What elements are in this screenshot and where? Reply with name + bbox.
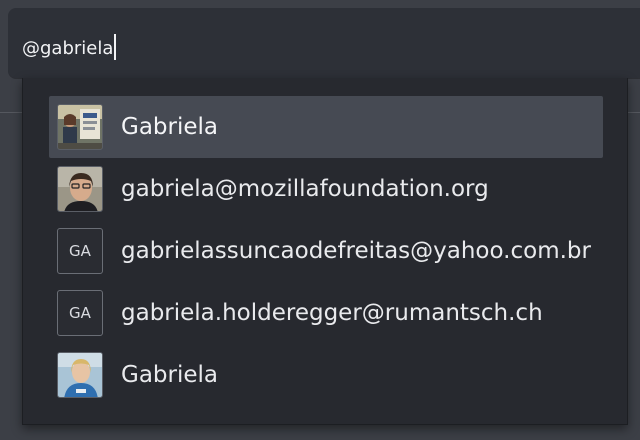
- divider: [0, 112, 22, 113]
- suggestion-label: Gabriela: [121, 114, 218, 140]
- avatar: [57, 352, 103, 398]
- avatar: [57, 104, 103, 150]
- chat-screen: @gabriela Gabriela gabriela@mozillafound…: [0, 0, 640, 440]
- suggestion-item[interactable]: Gabriela: [49, 96, 603, 158]
- message-input-text[interactable]: @gabriela: [22, 34, 117, 61]
- divider: [626, 112, 640, 113]
- user-photo-icon: [58, 105, 102, 149]
- suggestion-label: gabriela.holderegger@rumantsch.ch: [121, 300, 543, 326]
- text-caret: [114, 34, 117, 60]
- suggestion-item[interactable]: GA gabrielassuncaodefreitas@yahoo.com.br: [49, 220, 603, 282]
- suggestion-list: Gabriela gabriela@mozillafoundation.org: [49, 96, 603, 406]
- avatar: [57, 166, 103, 212]
- suggestion-label: Gabriela: [121, 362, 218, 388]
- user-photo-icon: [58, 167, 102, 211]
- suggestion-item[interactable]: Gabriela: [49, 344, 603, 406]
- message-input[interactable]: @gabriela: [8, 8, 640, 78]
- mention-autocomplete-popup: Gabriela gabriela@mozillafoundation.org: [22, 78, 628, 425]
- suggestion-label: gabrielassuncaodefreitas@yahoo.com.br: [121, 238, 591, 264]
- suggestion-item[interactable]: GA gabriela.holderegger@rumantsch.ch: [49, 282, 603, 344]
- user-photo-icon: [58, 353, 102, 397]
- avatar-initials: GA: [57, 228, 103, 274]
- suggestion-item[interactable]: gabriela@mozillafoundation.org: [49, 158, 603, 220]
- suggestion-label: gabriela@mozillafoundation.org: [121, 176, 489, 202]
- avatar-initials: GA: [57, 290, 103, 336]
- mention-query: @gabriela: [22, 38, 114, 59]
